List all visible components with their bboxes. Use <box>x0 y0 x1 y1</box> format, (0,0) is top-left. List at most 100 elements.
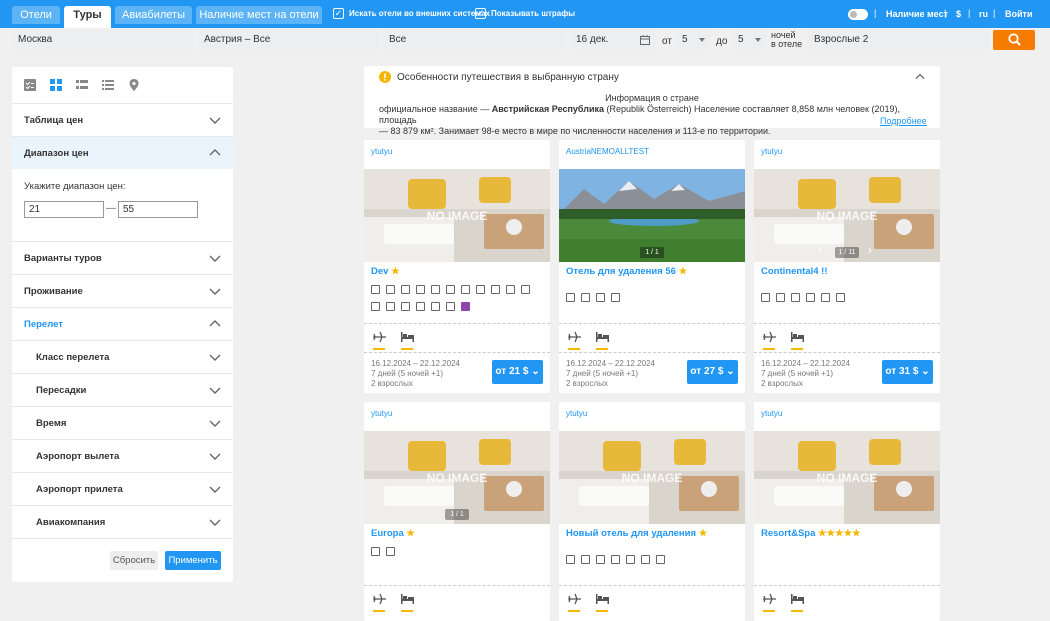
guests: 2 взрослых <box>566 379 608 388</box>
filter-flight-class[interactable]: Класс перелета <box>12 340 233 373</box>
currency-selector[interactable]: $ <box>956 9 961 19</box>
range-dash: — <box>106 203 116 214</box>
tour-card[interactable]: ytutyu NO IMAGE ‹ 1 / 11 › Continental4 … <box>754 140 940 393</box>
tab-availability[interactable]: Наличие мест на отели <box>196 6 322 24</box>
filter-arrival-airport[interactable]: Аэропорт прилета <box>12 472 233 505</box>
divider <box>559 323 745 324</box>
price-button[interactable]: от 31 $ ⌄ <box>882 360 933 384</box>
guests: 2 взрослых <box>761 379 803 388</box>
hotel-image[interactable]: NO IMAGE ‹ 1 / 11 › <box>754 169 940 262</box>
filter-flight[interactable]: Перелет <box>12 307 233 340</box>
hotel-underline <box>596 348 608 350</box>
checklist-view-icon[interactable] <box>24 79 36 91</box>
hotel-image[interactable]: 1 / 1 <box>559 169 745 262</box>
chevron-left-icon[interactable]: ‹ <box>818 243 822 257</box>
list-view-icon[interactable] <box>76 79 88 91</box>
compact-list-icon[interactable] <box>102 79 114 91</box>
hotel-underline <box>791 348 803 350</box>
filter-airline[interactable]: Авиакомпания <box>12 505 233 538</box>
nights-to-value: 5 <box>738 34 744 45</box>
amenity-icon <box>446 285 455 294</box>
hotel-image[interactable]: NO IMAGE <box>364 169 550 262</box>
language-selector[interactable]: ru <box>979 9 988 19</box>
price-label: от 31 $ <box>885 366 919 377</box>
filter-time[interactable]: Время <box>12 406 233 439</box>
more-link[interactable]: Подробнее <box>880 116 927 126</box>
filter-departure-airport[interactable]: Аэропорт вылета <box>12 439 233 472</box>
amenity-icon <box>626 555 635 564</box>
operator-name: ytutyu <box>761 147 783 156</box>
slide-counter: 1 / 1 <box>445 509 469 520</box>
hotel-name[interactable]: Dev ★ <box>371 266 400 277</box>
price-min-input[interactable]: 21 <box>24 201 104 218</box>
airplane-icon <box>373 331 386 343</box>
filter-title: Время <box>36 418 67 429</box>
amenity-icon <box>416 302 425 311</box>
tour-card[interactable]: ytutyu NO IMAGE Resort&Spa ★★★★★ <box>754 402 940 621</box>
filter-title: Класс перелета <box>36 352 110 363</box>
nights-to-select[interactable]: 5 <box>732 30 766 50</box>
tour-card[interactable]: ytutyu NO IMAGE Dev ★ 16.12.2024 – 22.12… <box>364 140 550 393</box>
price-max-input[interactable]: 55 <box>118 201 198 218</box>
login-link[interactable]: Войти <box>1005 9 1032 19</box>
hotel-image[interactable]: NO IMAGE <box>559 431 745 524</box>
grid-view-icon[interactable] <box>50 79 62 91</box>
filter-price-range[interactable]: Диапазон цен <box>12 136 233 169</box>
filter-title: Таблица цен <box>24 115 84 126</box>
price-button[interactable]: от 21 $ ⌄ <box>492 360 543 384</box>
nights-from-select[interactable]: 5 <box>676 30 710 50</box>
hotel-name-text: Resort&Spa <box>761 528 816 539</box>
region-field[interactable]: Все <box>383 30 566 50</box>
chevron-right-icon[interactable]: › <box>868 243 872 257</box>
date-field[interactable]: 16 дек. <box>570 30 656 50</box>
guests-field[interactable]: Взрослые 2 <box>808 30 989 50</box>
divider <box>364 352 550 353</box>
filter-tour-variants[interactable]: Варианты туров <box>12 241 233 274</box>
airplane-icon <box>763 331 776 343</box>
filter-accommodation[interactable]: Проживание <box>12 274 233 307</box>
nights-to-label: до <box>716 36 728 47</box>
hotel-bed-icon <box>791 594 804 604</box>
availability-link[interactable]: Наличие мест <box>886 9 948 19</box>
tour-dates: 16.12.2024 – 22.12.2024 7 дней (5 ночей +… <box>761 359 850 389</box>
hotel-name[interactable]: Новый отель для удаления ★ <box>566 528 707 539</box>
divider <box>364 323 550 324</box>
map-pin-icon[interactable] <box>128 79 140 91</box>
hotel-name[interactable]: Отель для удаления 56 ★ <box>566 266 687 277</box>
amenity-icon <box>566 555 575 564</box>
tab-tours[interactable]: Туры <box>64 6 111 28</box>
hotel-name-text: Dev <box>371 266 389 277</box>
hotel-name[interactable]: Continental4 !! <box>761 266 828 277</box>
price-button[interactable]: от 27 $ ⌄ <box>687 360 738 384</box>
hotel-image[interactable]: NO IMAGE 1 / 1 <box>364 431 550 524</box>
reset-button[interactable]: Сбросить <box>110 551 158 570</box>
hotel-image[interactable]: NO IMAGE <box>754 431 940 524</box>
airplane-icon <box>568 593 581 605</box>
tour-card[interactable]: ytutyu NO IMAGE 1 / 1 Europa ★ <box>364 402 550 621</box>
apply-button[interactable]: Применить <box>165 551 221 570</box>
departure-city-field[interactable]: Москва <box>12 30 194 50</box>
hotel-underline <box>401 348 413 350</box>
tour-card[interactable]: AustriaNEMOALLTEST 1 / 1 Отель для удале… <box>559 140 745 393</box>
external-search-checkbox[interactable]: ✓ <box>333 8 344 19</box>
filter-title: Перелет <box>24 319 63 330</box>
amenity-icon <box>431 302 440 311</box>
amenity-icon <box>491 285 500 294</box>
tab-flights[interactable]: Авиабилеты <box>115 6 192 24</box>
chevron-down-icon <box>209 387 221 394</box>
tab-hotels[interactable]: Отели <box>12 6 60 24</box>
destination-field[interactable]: Австрия – Все <box>198 30 379 50</box>
no-image-text: NO IMAGE <box>426 471 488 485</box>
star-rating: ★ <box>406 528 415 539</box>
show-fines-checkbox[interactable]: ✓ <box>475 8 486 19</box>
hotel-name[interactable]: Resort&Spa ★★★★★ <box>761 528 861 539</box>
search-button[interactable] <box>993 30 1035 50</box>
tour-components <box>568 593 628 607</box>
filter-transfers[interactable]: Пересадки <box>12 373 233 406</box>
tour-card[interactable]: ytutyu NO IMAGE Новый отель для удаления… <box>559 402 745 621</box>
guests: 2 взрослых <box>371 379 413 388</box>
filter-price-table[interactable]: Таблица цен <box>12 103 233 136</box>
toggle-switch[interactable] <box>848 9 868 20</box>
chevron-up-icon[interactable] <box>915 72 925 82</box>
hotel-name[interactable]: Europa ★ <box>371 528 415 539</box>
